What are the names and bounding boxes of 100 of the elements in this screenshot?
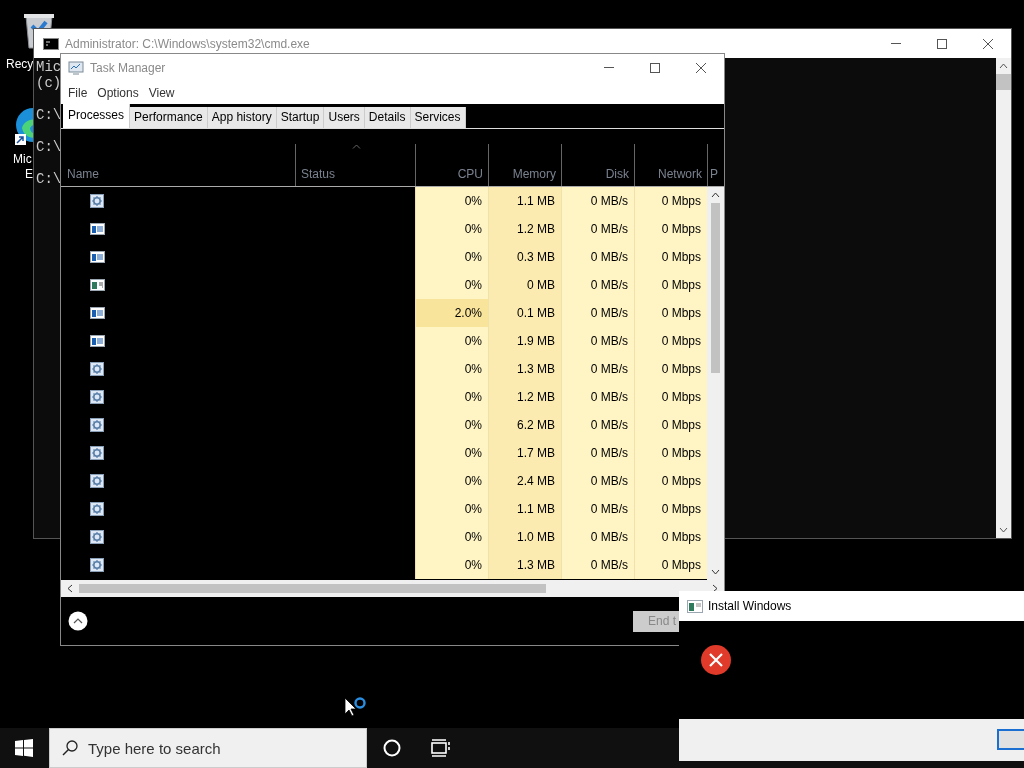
table-cell: 0% bbox=[415, 523, 488, 551]
error-icon bbox=[701, 645, 731, 675]
table-cell: 0 MB/s bbox=[561, 327, 634, 355]
window-icon bbox=[90, 306, 105, 320]
task-view-icon[interactable] bbox=[430, 739, 450, 757]
table-cell: 0 MB/s bbox=[561, 551, 634, 579]
table-cell: 0 Mbps bbox=[634, 383, 707, 411]
scroll-up-icon[interactable] bbox=[999, 63, 1008, 69]
console-icon bbox=[43, 37, 59, 50]
tab[interactable]: Performance bbox=[130, 107, 208, 128]
circle-icon[interactable] bbox=[383, 739, 401, 757]
tab[interactable]: Processes bbox=[63, 104, 131, 128]
vertical-scrollbar[interactable] bbox=[707, 187, 724, 580]
desktop-icon-label[interactable]: E bbox=[25, 167, 33, 182]
column-header[interactable]: P bbox=[707, 144, 724, 186]
window-icon bbox=[90, 222, 105, 236]
table-cell: 1.2 MB bbox=[488, 215, 561, 243]
search-input[interactable]: Type here to search bbox=[88, 729, 366, 767]
desktop-icon-label[interactable]: Recy bbox=[6, 57, 34, 72]
table-cell: 0% bbox=[415, 467, 488, 495]
table-cell: 0% bbox=[415, 439, 488, 467]
table-cell: 0 MB/s bbox=[561, 355, 634, 383]
column-header[interactable]: Memory bbox=[488, 144, 561, 186]
table-cell: 0% bbox=[415, 327, 488, 355]
window-title: Task Manager bbox=[90, 60, 167, 75]
scrollbar-thumb[interactable] bbox=[996, 74, 1011, 90]
table-cell: 0 MB/s bbox=[561, 467, 634, 495]
column-header[interactable]: Status bbox=[295, 144, 415, 186]
console-text: (c) bbox=[36, 75, 62, 91]
table-cell: 1.1 MB bbox=[488, 495, 561, 523]
column-header-label: Memory bbox=[512, 167, 556, 181]
tab[interactable]: Startup bbox=[276, 107, 325, 128]
desktop-icon-label[interactable]: Mic bbox=[13, 152, 32, 167]
table-cell: 0 Mbps bbox=[634, 523, 707, 551]
search-box[interactable]: Type here to search bbox=[49, 728, 367, 768]
column-header[interactable]: Name bbox=[61, 144, 295, 186]
column-header-label: P bbox=[710, 167, 718, 181]
table-cell: 0 Mbps bbox=[634, 327, 707, 355]
table-cell: 1.9 MB bbox=[488, 327, 561, 355]
table-cell: 0 Mbps bbox=[634, 215, 707, 243]
column-header-label: Network bbox=[658, 167, 702, 181]
table-cell: 0% bbox=[415, 411, 488, 439]
table-cell: 0 MB/s bbox=[561, 439, 634, 467]
table-cell: 0 MB/s bbox=[561, 271, 634, 299]
table-cell: 0 Mbps bbox=[634, 411, 707, 439]
table-cell: 0 Mbps bbox=[634, 271, 707, 299]
column-header[interactable]: CPU bbox=[415, 144, 488, 186]
console-text: C:\ bbox=[36, 171, 62, 187]
table-cell: 6.2 MB bbox=[488, 411, 561, 439]
scrollbar-thumb[interactable] bbox=[79, 584, 546, 593]
table-cell: 1.2 MB bbox=[488, 383, 561, 411]
task-manager-icon bbox=[68, 60, 84, 75]
gear-icon bbox=[90, 502, 105, 516]
window-title: Install Windows bbox=[708, 599, 792, 613]
scrollbar-thumb[interactable] bbox=[711, 203, 720, 373]
search-icon bbox=[62, 740, 78, 756]
scroll-up-icon[interactable] bbox=[711, 192, 720, 198]
menu-item[interactable]: File bbox=[63, 85, 93, 100]
gear-icon bbox=[90, 418, 105, 432]
window-title: Administrator: C:\Windows\system32\cmd.exe bbox=[65, 36, 311, 51]
collapse-button-icon[interactable] bbox=[68, 611, 88, 631]
gear-icon bbox=[90, 390, 105, 404]
table-cell: 2.0% bbox=[415, 299, 488, 327]
column-header-label: Disk bbox=[605, 167, 629, 181]
table-cell: 2.4 MB bbox=[488, 467, 561, 495]
scroll-down-icon[interactable] bbox=[711, 569, 720, 575]
table-cell: 0 MB/s bbox=[561, 243, 634, 271]
window-icon bbox=[90, 334, 105, 348]
table-cell: 0% bbox=[415, 243, 488, 271]
dialog-button[interactable] bbox=[997, 729, 1024, 750]
tab[interactable]: Users bbox=[324, 107, 365, 128]
scroll-down-icon[interactable] bbox=[999, 527, 1008, 533]
gear-icon bbox=[90, 194, 105, 208]
table-cell: 0 MB/s bbox=[561, 215, 634, 243]
tab[interactable]: Details bbox=[364, 107, 411, 128]
gear-icon bbox=[90, 362, 105, 376]
horizontal-scrollbar[interactable] bbox=[61, 580, 724, 597]
scroll-left-icon[interactable] bbox=[67, 584, 73, 593]
table-cell: 1.7 MB bbox=[488, 439, 561, 467]
table-cell: 0% bbox=[415, 271, 488, 299]
scroll-right-icon[interactable] bbox=[712, 584, 718, 593]
table-cell: 0 MB/s bbox=[561, 383, 634, 411]
tab[interactable]: Services bbox=[410, 107, 466, 128]
table-cell: 0 Mbps bbox=[634, 439, 707, 467]
menu-item[interactable]: View bbox=[143, 85, 180, 100]
start-button-icon[interactable] bbox=[15, 739, 33, 757]
table-cell: 0.1 MB bbox=[488, 299, 561, 327]
table-cell: 1.0 MB bbox=[488, 523, 561, 551]
tab[interactable]: App history bbox=[207, 107, 277, 128]
table-cell: 0 MB/s bbox=[561, 411, 634, 439]
table-cell: 0 Mbps bbox=[634, 243, 707, 271]
column-header[interactable]: Network bbox=[634, 144, 707, 186]
table-cell: 0% bbox=[415, 383, 488, 411]
table-cell: 1.1 MB bbox=[488, 187, 561, 215]
menu-item[interactable]: Options bbox=[92, 85, 144, 100]
column-header[interactable]: Disk bbox=[561, 144, 634, 186]
close-icon bbox=[982, 38, 994, 49]
column-header-label: Status bbox=[301, 167, 336, 181]
table-cell: 0% bbox=[415, 355, 488, 383]
vertical-scrollbar[interactable] bbox=[996, 58, 1011, 538]
